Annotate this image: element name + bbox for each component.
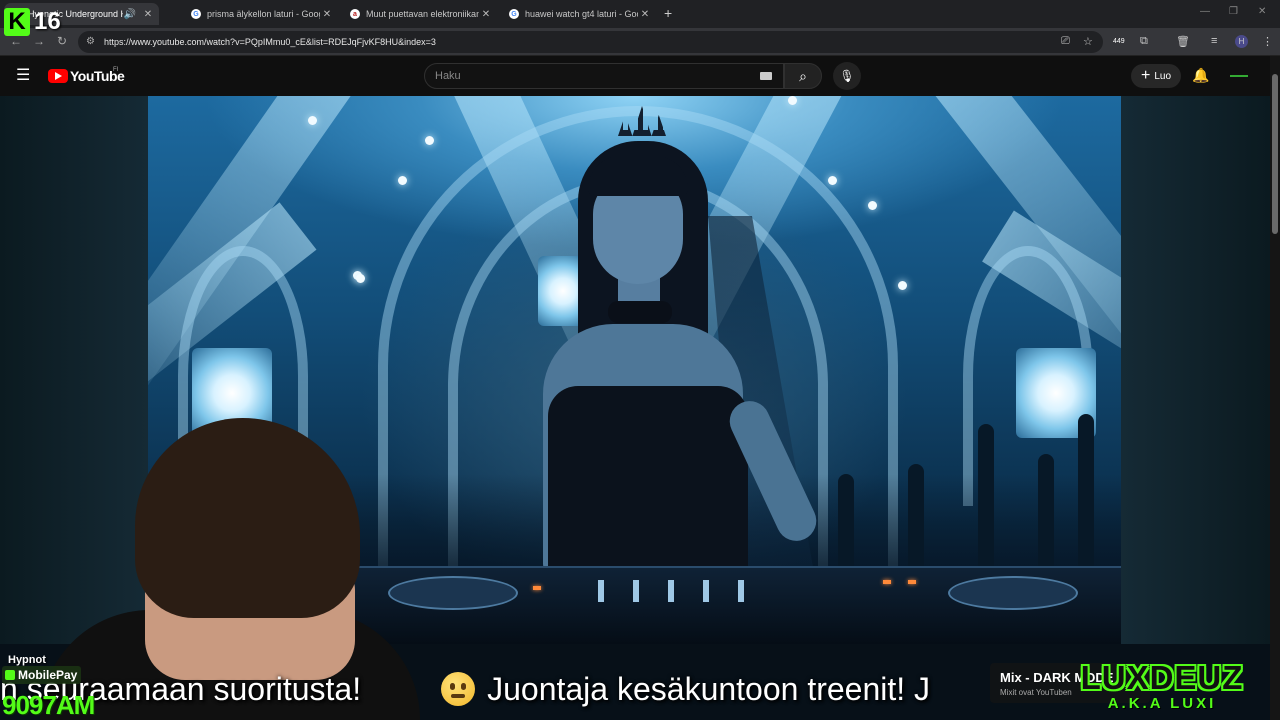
search-placeholder: Haku xyxy=(435,70,461,82)
stage-light xyxy=(308,116,317,125)
mixer-led xyxy=(883,580,891,584)
create-label: Luo xyxy=(1154,70,1172,82)
mixer-fader xyxy=(598,580,604,602)
keyboard-icon[interactable] xyxy=(760,72,772,80)
minimize-icon[interactable]: — xyxy=(1200,6,1210,17)
bookmark-star-icon[interactable]: ☆ xyxy=(1083,35,1093,48)
mixer-fader xyxy=(633,580,639,602)
turntable-right xyxy=(948,576,1078,610)
extension-badge[interactable]: 449 xyxy=(1113,38,1125,45)
stage-light xyxy=(828,176,837,185)
stage-light xyxy=(425,136,434,145)
turntable-left xyxy=(388,576,518,610)
country-code: FI xyxy=(113,67,119,73)
profile-avatar[interactable]: H xyxy=(1235,35,1248,48)
audio-icon[interactable]: 🔊 xyxy=(123,9,137,20)
kick-k16-logo: K 16 xyxy=(4,8,66,38)
raised-hand xyxy=(978,424,994,584)
scrollbar-thumb[interactable] xyxy=(1272,74,1278,234)
mixer-fader xyxy=(703,580,709,602)
notifications-bell-icon[interactable]: 🔔 xyxy=(1192,67,1209,84)
amazon-favicon-icon: a xyxy=(350,9,360,19)
maximize-icon[interactable]: ❐ xyxy=(1229,6,1238,17)
extensions-icon[interactable]: ⧉ xyxy=(1140,35,1148,48)
mixer-led xyxy=(908,580,916,584)
brand-aka: A.K.A LUXI xyxy=(1107,695,1217,712)
mixer-led xyxy=(533,586,541,590)
youtube-header: ☰ YouTube FI Haku ⌕ 🎙 + Luo 🔔 xyxy=(0,56,1270,96)
stage-light xyxy=(898,281,907,290)
voice-search-button[interactable]: 🎙 xyxy=(833,62,861,90)
smiley-emoji-icon xyxy=(441,672,476,706)
microphone-icon: 🎙 xyxy=(839,69,855,83)
tab-title: Muut puettavan elektroniikan t xyxy=(366,9,479,19)
raised-hand xyxy=(1078,414,1094,584)
account-avatar[interactable] xyxy=(1228,66,1250,86)
stage-light xyxy=(788,96,797,105)
dj-choker xyxy=(608,301,672,323)
stream-clock: 9097AM xyxy=(2,690,95,720)
k16-number: 16 xyxy=(34,8,61,35)
close-tab-icon[interactable]: ✕ xyxy=(141,9,155,20)
mobilepay-badge: MobilePay xyxy=(2,666,82,684)
stage-light xyxy=(868,201,877,210)
player-ambient-right xyxy=(1121,96,1270,720)
google-favicon-icon: G xyxy=(509,9,519,19)
mixer-fader xyxy=(738,580,744,602)
close-tab-icon[interactable]: ✕ xyxy=(638,9,652,20)
page-scrollbar[interactable] xyxy=(1270,56,1280,720)
stage-light xyxy=(398,176,407,185)
site-info-icon[interactable]: ⚙ xyxy=(86,36,95,47)
dj-mixer xyxy=(348,566,1121,644)
close-tab-icon[interactable]: ✕ xyxy=(479,9,493,20)
stage-light xyxy=(356,274,365,283)
raised-hand xyxy=(1038,454,1054,574)
address-text: https://www.youtube.com/watch?v=PQpIMmu0… xyxy=(104,37,436,47)
hamburger-menu-icon[interactable]: ☰ xyxy=(16,68,30,84)
google-favicon-icon: G xyxy=(191,9,201,19)
search-icon: ⌕ xyxy=(799,67,807,84)
reading-list-icon[interactable]: ≡ xyxy=(1211,35,1217,47)
browser-tab-bar: Hypnotic Underground Ho 🔊 ✕ G prisma äly… xyxy=(0,0,1280,28)
tab-huawei-watch[interactable]: G huawei watch gt4 laturi - Goog ✕ xyxy=(501,3,656,25)
ticker-text-right: Juontaja kesäkuntoon treenit! J xyxy=(487,671,931,707)
youtube-logo-icon[interactable] xyxy=(48,69,68,83)
hypnot-label: Hypnot xyxy=(8,654,46,666)
tab-title: huawei watch gt4 laturi - Goog xyxy=(525,9,638,19)
create-button[interactable]: + Luo xyxy=(1131,64,1181,88)
new-tab-button[interactable]: + xyxy=(664,5,672,21)
tab-prisma[interactable]: G prisma älykellon laturi - Google ✕ xyxy=(183,3,338,25)
browser-toolbar: ← → ↻ ⚙ https://www.youtube.com/watch?v=… xyxy=(0,28,1280,56)
mixer-fader xyxy=(668,580,674,602)
close-tab-icon[interactable]: ✕ xyxy=(320,9,334,20)
search-button[interactable]: ⌕ xyxy=(784,63,822,89)
plus-icon: + xyxy=(1140,67,1151,84)
kick-logo-icon: K xyxy=(4,8,30,36)
browser-menu-icon[interactable]: ⋮ xyxy=(1262,35,1273,48)
tab-title: prisma älykellon laturi - Google xyxy=(207,9,320,19)
tab-muut-puettavan[interactable]: a Muut puettavan elektroniikan t ✕ xyxy=(342,3,497,25)
address-bar[interactable]: ⚙ https://www.youtube.com/watch?v=PQpIMm… xyxy=(78,31,1103,53)
dj-bangs xyxy=(588,156,688,196)
delete-icon[interactable]: 🗑 xyxy=(1176,35,1190,48)
streamer-brand-logo: LUXDEUZ A.K.A LUXI xyxy=(1044,660,1280,720)
search-input[interactable]: Haku xyxy=(424,63,784,89)
cast-icon[interactable]: ⎚ xyxy=(1061,35,1070,48)
brand-name: LUXDEUZ xyxy=(1080,659,1244,696)
close-window-icon[interactable]: ✕ xyxy=(1258,6,1266,17)
